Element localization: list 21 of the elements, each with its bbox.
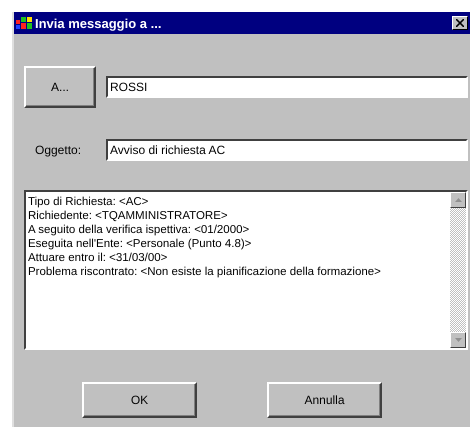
up-arrow-icon (454, 198, 462, 202)
close-icon (456, 19, 464, 27)
message-line: Richiedente: <TQAMMINISTRATORE> (28, 209, 229, 223)
message-line: Tipo di Richiesta: <AC> (28, 195, 150, 209)
ok-button[interactable]: OK (82, 382, 197, 418)
message-line: A seguito della verifica ispettiva: <01/2000> (28, 223, 250, 237)
scroll-up-button[interactable] (450, 192, 466, 208)
recipient-button[interactable]: A... (24, 66, 96, 108)
window-title: Invia messaggio a ... (35, 16, 162, 30)
down-arrow-icon (454, 338, 462, 342)
message-line: Attuare entro il: <31/03/00> (28, 251, 168, 265)
cancel-button[interactable]: Annulla (267, 382, 382, 418)
close-button[interactable] (452, 16, 468, 30)
scroll-down-button[interactable] (450, 332, 466, 348)
message-line: Problema riscontrato: <Non esiste la pianificazione della formazione> (28, 265, 382, 279)
message-area[interactable] (24, 190, 468, 350)
subject-label: Oggetto: (34, 143, 82, 157)
subject-field[interactable]: Avviso di richiesta AC (106, 139, 468, 161)
flag-icon (16, 16, 32, 30)
recipient-field[interactable]: ROSSI (106, 76, 468, 98)
message-line: Eseguita nell'Ente: <Personale (Punto 4.8)> (28, 237, 252, 251)
